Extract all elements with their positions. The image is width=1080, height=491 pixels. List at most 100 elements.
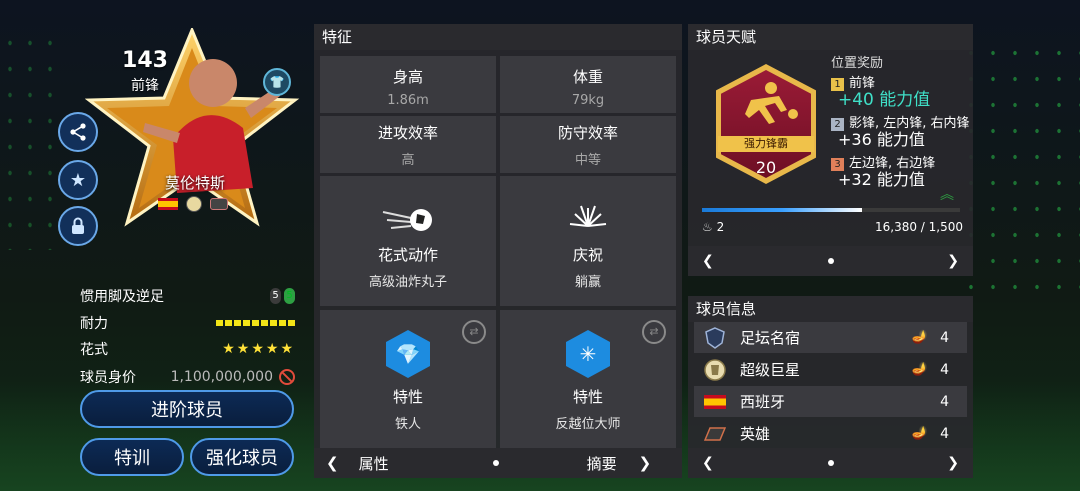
info-label: 英雄: [740, 425, 771, 443]
rank1-bonus: +40 能力值: [838, 90, 931, 110]
talent-badge-name: 强力锋霸: [718, 136, 814, 152]
chevron-right-icon[interactable]: ❯: [947, 455, 959, 471]
talent-badge-level: 20: [755, 158, 777, 177]
weight-cell: 体重 79kg: [500, 56, 676, 113]
weak-foot-right: 5: [284, 288, 295, 304]
info-row[interactable]: 足坛名宿 🪔 4: [694, 322, 967, 353]
share-icon[interactable]: [58, 112, 98, 152]
height-cell: 身高 1.86m: [320, 56, 496, 113]
info-row[interactable]: 英雄 🪔 4: [694, 418, 967, 449]
diamond-trait-icon: 💎: [386, 330, 430, 378]
stamina-label: 耐力: [80, 316, 108, 332]
weak-foot-left: 5: [270, 288, 281, 304]
lamp-icon: 🪔: [911, 426, 929, 441]
bonus-rank-1: 1 前锋 +40 能力值: [831, 76, 930, 110]
chevron-left-icon[interactable]: ❮: [702, 455, 714, 471]
talent-progress-bar: [702, 208, 960, 212]
spain-flag-icon: [704, 391, 726, 413]
talent-count: ♨ 2: [702, 220, 724, 234]
weak-foot-row: 惯用脚及逆足 5 5: [80, 286, 295, 306]
football-kick-icon: [320, 204, 496, 238]
weak-foot-label: 惯用脚及逆足: [80, 289, 164, 305]
info-label: 足坛名宿: [740, 329, 801, 347]
rank1-positions: 前锋: [849, 76, 876, 91]
skills-row: 花式 ★★★★★: [80, 339, 295, 359]
player-value: 1,100,000,000: [170, 369, 273, 385]
chevron-left-icon[interactable]: ❮: [326, 454, 339, 472]
chevron-right-icon[interactable]: ❯: [947, 253, 959, 269]
chevron-left-icon[interactable]: ❮: [702, 253, 714, 269]
swap-trait-icon[interactable]: ⇄: [462, 320, 486, 344]
skill-move-value: 高级油炸丸子: [368, 275, 447, 290]
weak-foot-indicator: 5 5: [270, 288, 295, 304]
background-dots: [960, 40, 1080, 300]
talent-progress-text: 16,380 / 1,500: [874, 220, 963, 234]
lock-icon[interactable]: [58, 206, 98, 246]
trait2-cell[interactable]: ⇄ ✳ 特性 反越位大师: [500, 310, 676, 460]
bonus-title: 位置奖励: [831, 56, 884, 71]
attack-workrate-label: 进攻效率: [377, 124, 438, 142]
club-badge-icon: [186, 196, 202, 212]
skill-move-cell[interactable]: 花式动作 高级油炸丸子: [320, 176, 496, 306]
features-title: 特征: [314, 24, 682, 50]
rank3-positions: 左边锋, 右边锋: [849, 156, 936, 171]
page-indicator-dot: [827, 258, 834, 264]
page-indicator-dot: [492, 460, 499, 466]
features-footer: ❮ 属性 摘要 ❯: [314, 448, 682, 478]
value-amount-wrap: 1,100,000,000: [171, 369, 295, 385]
info-count: 4: [940, 425, 949, 442]
player-name: 莫伦特斯: [164, 174, 225, 192]
info-count: 4: [940, 329, 949, 346]
league-badge-icon: [210, 198, 228, 210]
info-row[interactable]: 西班牙 4: [694, 386, 967, 417]
swap-trait-icon[interactable]: ⇄: [642, 320, 666, 344]
jersey-icon[interactable]: 👕: [263, 68, 291, 96]
info-row[interactable]: 超级巨星 🪔 4: [694, 354, 967, 385]
height-label: 身高: [392, 68, 423, 86]
talent-title: 球员天赋: [688, 24, 973, 50]
skill-stars: ★★★★★: [222, 341, 295, 357]
enhance-player-button[interactable]: 强化球员: [190, 438, 294, 476]
favorite-star-icon[interactable]: ★: [58, 160, 98, 200]
trait1-label: 特性: [392, 388, 423, 406]
hero-badge-icon: [704, 423, 726, 445]
advance-player-button[interactable]: 进阶球员: [80, 390, 294, 428]
defense-workrate-label: 防守效率: [557, 124, 618, 142]
info-count: 4: [940, 393, 949, 410]
kicking-player-icon: [745, 82, 798, 124]
player-rating: 143: [122, 48, 168, 73]
celebration-label: 庆祝: [572, 246, 603, 264]
firework-icon: [500, 204, 676, 238]
celebration-cell[interactable]: 庆祝 躺赢: [500, 176, 676, 306]
trait2-label: 特性: [572, 388, 603, 406]
value-row: 球员身价 1,100,000,000: [80, 367, 295, 387]
skill-move-label: 花式动作: [377, 246, 438, 264]
stamina-bar: [216, 320, 295, 326]
player-position: 前锋: [131, 78, 159, 94]
upgrade-chevron-icon: ︽: [940, 187, 954, 203]
attributes-tab[interactable]: 属性: [359, 453, 389, 474]
bonus-rank-2: 2 影锋, 左内锋, 右内锋 +36 能力值: [831, 116, 970, 150]
rank2-positions: 影锋, 左内锋, 右内锋: [849, 116, 970, 131]
card-badges: [158, 196, 228, 212]
attack-workrate-cell: 进攻效率 高: [320, 116, 496, 173]
chevron-right-icon[interactable]: ❯: [639, 454, 652, 472]
weight-value: 79kg: [571, 93, 605, 108]
trait1-value: 铁人: [394, 417, 421, 432]
trait1-cell[interactable]: ⇄ 💎 特性 铁人: [320, 310, 496, 460]
weight-label: 体重: [572, 68, 603, 86]
info-label: 西班牙: [740, 393, 786, 411]
player-overview: 143 前锋 👕 莫伦特斯 ★ 惯用脚及逆足 5 5 耐力 花式 ★★★★★ 球…: [0, 0, 310, 491]
info-label: 超级巨星: [740, 361, 801, 379]
train-button[interactable]: 特训: [80, 438, 184, 476]
talent-count-value: 2: [716, 220, 725, 234]
rank3-bonus: +32 能力值: [838, 170, 925, 189]
height-value: 1.86m: [387, 93, 429, 108]
superstar-badge-icon: [704, 358, 726, 381]
lamp-icon: 🪔: [911, 330, 929, 345]
untradeable-icon: [279, 369, 295, 385]
info-count: 4: [940, 361, 949, 378]
summary-tab[interactable]: 摘要: [587, 453, 617, 474]
defense-workrate-value: 中等: [574, 153, 601, 168]
celebration-value: 躺赢: [574, 275, 601, 290]
